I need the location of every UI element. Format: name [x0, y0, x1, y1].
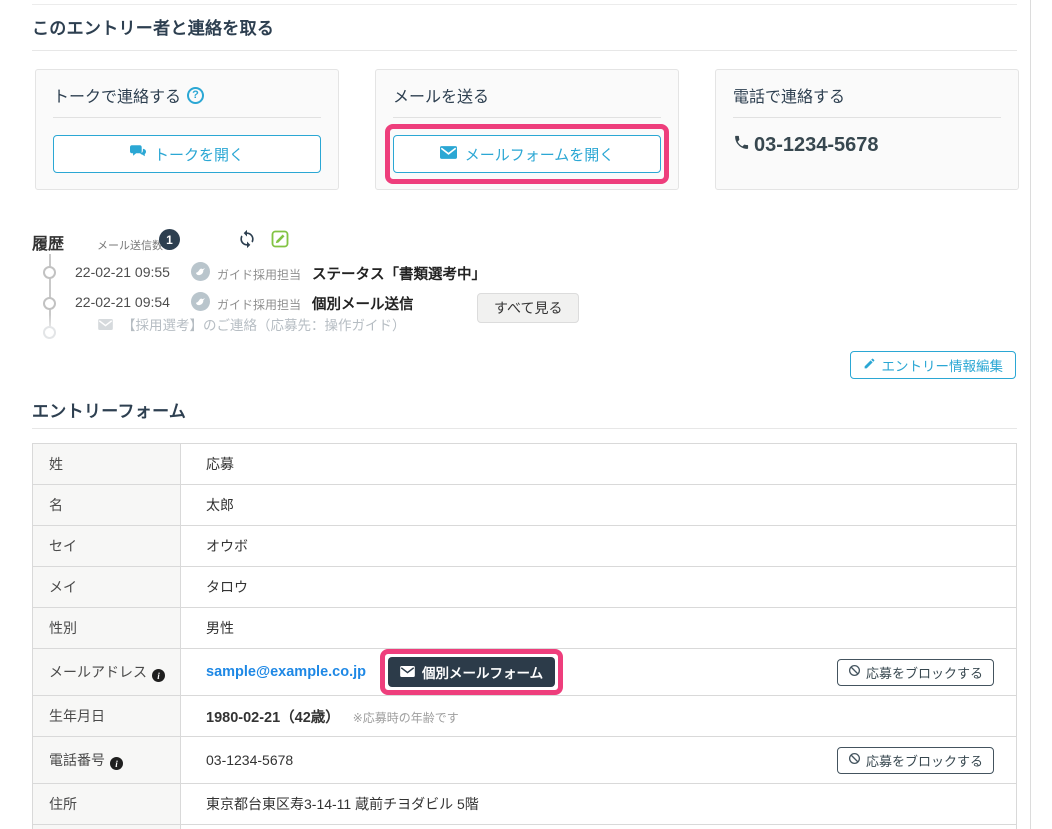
history-entry-actor: ガイド採用担当	[217, 296, 301, 313]
row-label: セイ	[33, 526, 181, 567]
history-entry-action: 個別メール送信	[312, 293, 414, 314]
mail-count-label: メール送信数	[97, 237, 163, 253]
history-entry-detail: 【採用選考】のご連絡（応募先：操作ガイド）	[122, 314, 406, 334]
row-value: オウボ	[181, 526, 1017, 567]
pencil-icon	[863, 357, 876, 373]
avatar	[191, 292, 210, 311]
row-value: 男性	[181, 608, 1017, 649]
history-entry-time: 22-02-21 09:55	[75, 264, 170, 280]
entry-form-title: エントリーフォーム	[32, 397, 186, 422]
chat-icon	[130, 145, 146, 163]
block-application-button-label: 応募をブロックする	[866, 663, 983, 682]
row-label: メイ	[33, 567, 181, 608]
table-row: 姓 応募	[33, 444, 1017, 485]
mail-card-title: メールを送る	[393, 84, 661, 106]
divider	[53, 117, 321, 118]
open-mail-form-button-label: メールフォームを開く	[465, 144, 615, 165]
envelope-icon	[400, 665, 415, 680]
envelope-icon	[98, 317, 113, 335]
block-icon	[848, 752, 861, 768]
block-icon	[848, 664, 861, 680]
contact-section-title: このエントリー者と連絡を取る	[32, 14, 274, 39]
avatar	[191, 262, 210, 281]
info-icon[interactable]	[110, 757, 123, 770]
divider	[32, 428, 1017, 429]
talk-card-title: トークで連絡する	[53, 84, 321, 106]
open-talk-button[interactable]: トークを開く	[53, 135, 321, 173]
timeline-dot	[43, 297, 56, 310]
phone-value: 03-1234-5678	[206, 752, 293, 768]
row-label: 電話番号	[33, 737, 181, 784]
table-row-cutoff	[33, 825, 1017, 829]
block-application-button[interactable]: 応募をブロックする	[837, 747, 994, 774]
edit-entry-button-label: エントリー情報編集	[882, 355, 1004, 375]
pink-highlight-box: 個別メールフォーム	[380, 649, 563, 695]
history-entry-actor: ガイド採用担当	[217, 266, 301, 283]
table-row-email: メールアドレス sample@example.co.jp 個別メールフォーム 応…	[33, 649, 1017, 696]
individual-mail-form-button-label: 個別メールフォーム	[422, 662, 543, 682]
row-label: メールアドレス	[33, 649, 181, 696]
help-icon[interactable]	[187, 87, 204, 104]
timeline-dot	[43, 266, 56, 279]
divider	[733, 117, 1001, 118]
row-label: 姓	[33, 444, 181, 485]
table-row-phone: 電話番号 03-1234-5678 応募をブロックする	[33, 737, 1017, 784]
table-row: メイ タロウ	[33, 567, 1017, 608]
block-application-button-label: 応募をブロックする	[866, 751, 983, 770]
phone-number-line: 03-1234-5678	[733, 134, 1001, 157]
envelope-icon	[440, 146, 457, 163]
refresh-icon[interactable]	[237, 229, 257, 254]
email-link[interactable]: sample@example.co.jp	[206, 664, 366, 680]
open-talk-button-label: トークを開く	[154, 144, 244, 165]
row-label: 性別	[33, 608, 181, 649]
birthdate-value: 1980-02-21（42歳）	[206, 710, 340, 726]
history-entry-time: 22-02-21 09:54	[75, 294, 170, 310]
panel-top-border	[32, 4, 1017, 5]
contact-cards: トークで連絡する トークを開く メールを送る メールフォームを開く 電話で連絡す…	[35, 69, 1019, 190]
block-application-button[interactable]: 応募をブロックする	[837, 659, 994, 686]
row-value: 応募	[181, 444, 1017, 485]
panel-right-border	[1030, 0, 1031, 829]
phone-icon	[733, 134, 750, 157]
talk-card: トークで連絡する トークを開く	[35, 69, 339, 190]
mail-card: メールを送る メールフォームを開く	[375, 69, 679, 190]
table-row-birthdate: 生年月日 1980-02-21（42歳） ※応募時の年齢です	[33, 696, 1017, 737]
table-row: 名 太郎	[33, 485, 1017, 526]
row-value: 東京都台東区寿3-14-11 蔵前チヨダビル 5階	[181, 784, 1017, 825]
mail-card-title-label: メールを送る	[393, 83, 489, 107]
row-label: 生年月日	[33, 696, 181, 737]
talk-card-title-label: トークで連絡する	[53, 83, 181, 107]
divider	[393, 117, 661, 118]
history-entry-action: ステータス「書類選考中」	[312, 263, 486, 284]
edit-entry-button[interactable]: エントリー情報編集	[850, 351, 1017, 379]
row-label: 名	[33, 485, 181, 526]
mail-count-badge: 1	[159, 229, 180, 250]
table-row: 住所 東京都台東区寿3-14-11 蔵前チヨダビル 5階	[33, 784, 1017, 825]
history-title: 履歴	[32, 230, 64, 254]
edit-note-icon[interactable]	[270, 229, 290, 254]
see-all-button[interactable]: すべて見る	[477, 293, 579, 323]
entry-form-table: 姓 応募 名 太郎 セイ オウボ メイ タロウ 性別 男性 メールアドレス sa…	[32, 443, 1017, 829]
table-row: セイ オウボ	[33, 526, 1017, 567]
individual-mail-form-button[interactable]: 個別メールフォーム	[388, 657, 555, 687]
row-value: タロウ	[181, 567, 1017, 608]
phone-card-title-label: 電話で連絡する	[733, 83, 845, 107]
pink-highlight-box: メールフォームを開く	[385, 124, 669, 184]
phone-card-title: 電話で連絡する	[733, 84, 1001, 106]
info-icon[interactable]	[152, 669, 165, 682]
row-label: 住所	[33, 784, 181, 825]
divider	[32, 50, 1017, 51]
age-note: ※応募時の年齢です	[353, 711, 459, 725]
open-mail-form-button[interactable]: メールフォームを開く	[393, 135, 661, 173]
row-value: 太郎	[181, 485, 1017, 526]
phone-card: 電話で連絡する 03-1234-5678	[715, 69, 1019, 190]
phone-number: 03-1234-5678	[754, 134, 879, 157]
timeline-dot	[43, 326, 56, 339]
table-row: 性別 男性	[33, 608, 1017, 649]
